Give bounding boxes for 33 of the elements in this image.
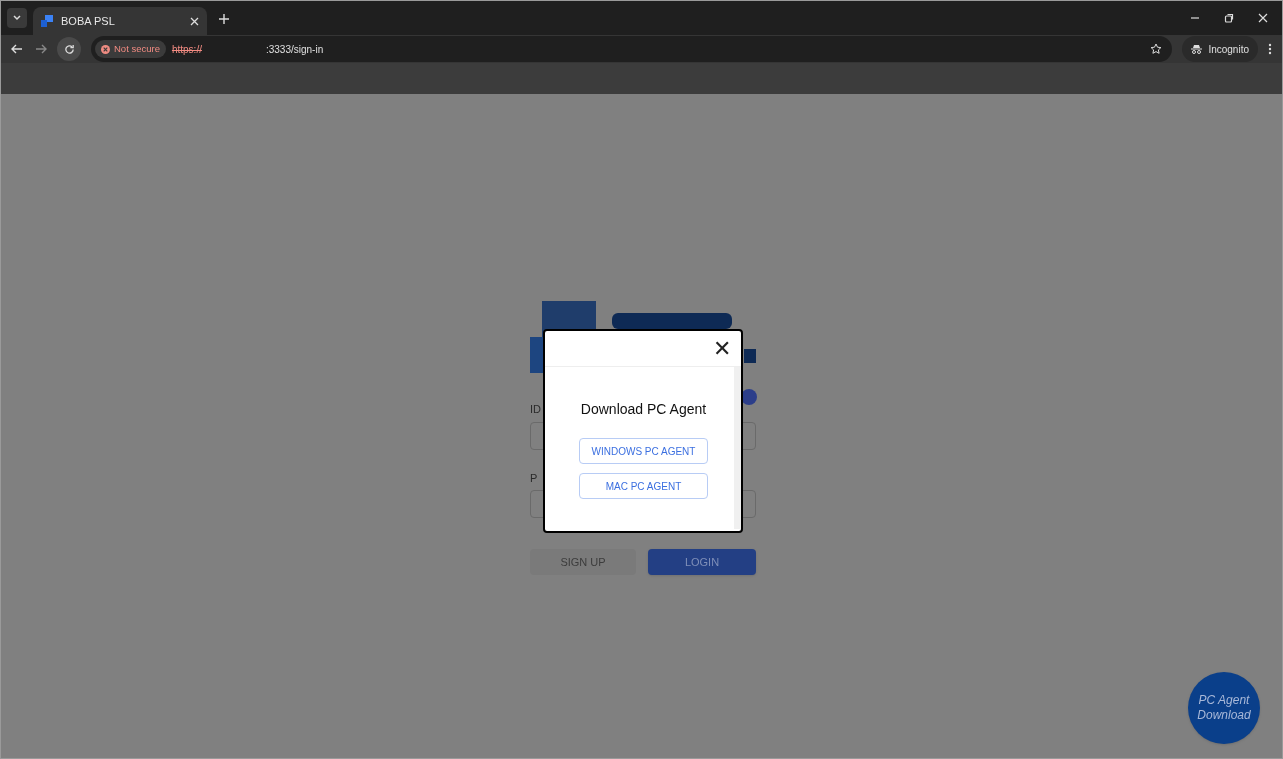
close-button[interactable]: ✕ xyxy=(713,337,731,360)
restore-icon[interactable] xyxy=(1224,13,1234,23)
new-tab-icon[interactable] xyxy=(219,14,229,24)
not-secure-label: Not secure xyxy=(114,41,160,56)
forward-icon[interactable] xyxy=(35,43,47,55)
incognito-chip[interactable]: Incognito xyxy=(1182,36,1258,62)
url-scheme: https:// xyxy=(171,42,202,57)
back-icon[interactable] xyxy=(11,43,23,55)
url-text: :3333/sign-in xyxy=(265,42,324,57)
security-chip[interactable]: Not secure xyxy=(95,40,166,58)
reload-icon xyxy=(63,43,75,55)
agent-download-button[interactable]: WINDOWS PC AGENT xyxy=(579,438,708,464)
close-icon[interactable] xyxy=(1258,13,1268,23)
dialog-title: Download PC Agent xyxy=(580,400,707,419)
error-icon xyxy=(101,44,110,54)
id-label: ID xyxy=(530,402,541,417)
tab-title: BOBA PSL xyxy=(61,13,116,29)
login-button[interactable]: LOGIN xyxy=(648,549,756,575)
profile-label: Incognito xyxy=(1208,42,1249,57)
bookmark-star-icon[interactable] xyxy=(1150,43,1163,55)
agent-download-button[interactable]: MAC PC AGENT xyxy=(579,473,708,499)
sign-up-button[interactable]: SIGN UP xyxy=(530,549,636,575)
address-bar[interactable]: Not secure https:// :3333/sign-in xyxy=(91,36,1173,62)
reload-button[interactable] xyxy=(57,37,81,61)
chevron-down-icon xyxy=(13,15,21,21)
favicon-icon xyxy=(41,15,53,27)
password-label: P xyxy=(530,470,538,486)
tab-list-button[interactable] xyxy=(7,8,27,28)
close-icon[interactable] xyxy=(190,16,199,26)
menu-icon[interactable] xyxy=(1268,43,1272,55)
pc-agent-download-button[interactable]: PC Agent Download xyxy=(1188,672,1260,744)
incognito-icon xyxy=(1191,44,1203,54)
browser-tab[interactable]: BOBA PSL xyxy=(33,7,207,35)
